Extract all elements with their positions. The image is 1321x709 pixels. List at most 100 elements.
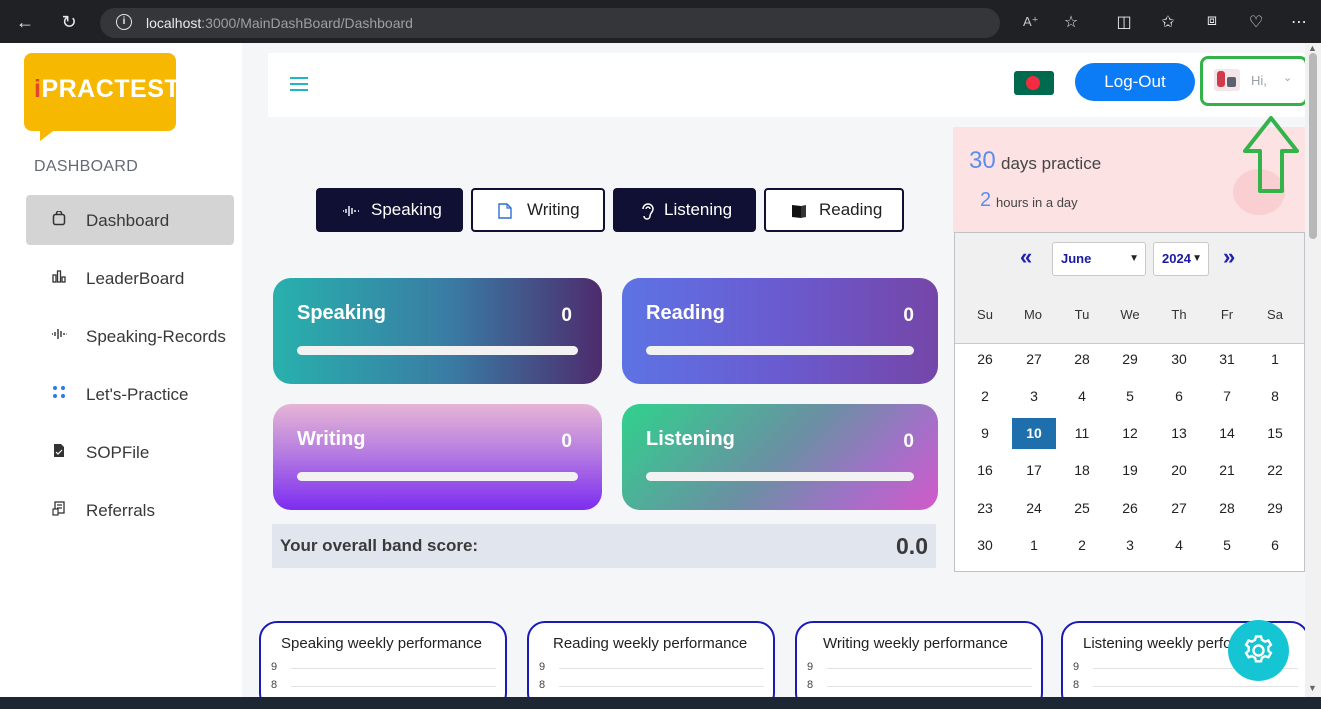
calendar-day[interactable]: 20 <box>1157 455 1201 486</box>
reading-score-card[interactable]: Reading 0 <box>622 278 938 384</box>
favorite-star-icon[interactable]: ☆ <box>1060 12 1082 32</box>
logout-button[interactable]: Log-Out <box>1075 63 1195 101</box>
progress-bar <box>297 346 578 355</box>
calendar-day[interactable]: 27 <box>1157 493 1201 524</box>
more-menu-icon[interactable]: ⋯ <box>1288 12 1310 32</box>
calendar-day[interactable]: 6 <box>1253 530 1297 561</box>
tab-reading[interactable]: Reading <box>764 188 904 232</box>
calendar-day[interactable]: 21 <box>1205 455 1249 486</box>
y-tick-label: 9 <box>1073 661 1080 673</box>
scroll-thumb[interactable] <box>1309 53 1317 239</box>
year-select[interactable]: 2024 ▼ <box>1153 242 1209 276</box>
calendar-day[interactable]: 14 <box>1205 418 1249 449</box>
calendar-day[interactable]: 26 <box>963 344 1007 375</box>
ipractest-logo[interactable]: iPRACTEST <box>24 53 180 141</box>
weekday-label: We <box>1120 307 1140 322</box>
calendar-day[interactable]: 4 <box>1157 530 1201 561</box>
sidebar-item-leaderboard[interactable]: LeaderBoard <box>26 253 234 303</box>
writing-weekly-performance-chart: Writing weekly performance 9 8 <box>795 621 1043 697</box>
url-text[interactable]: localhost:3000/MainDashBoard/Dashboard <box>146 15 413 31</box>
calendar-day[interactable]: 15 <box>1253 418 1297 449</box>
calendar-day[interactable]: 16 <box>963 455 1007 486</box>
address-bar[interactable]: i localhost:3000/MainDashBoard/Dashboard… <box>100 8 1039 38</box>
calendar-day[interactable]: 11 <box>1060 418 1104 449</box>
calendar-day[interactable]: 25 <box>1060 493 1104 524</box>
calendar-day[interactable]: 28 <box>1060 344 1104 375</box>
listening-score-card[interactable]: Listening 0 <box>622 404 938 510</box>
calendar-day[interactable]: 23 <box>963 493 1007 524</box>
calendar-day[interactable]: 4 <box>1060 381 1104 412</box>
scroll-down-icon[interactable]: ▼ <box>1308 683 1317 693</box>
weekday-label: Sa <box>1267 307 1283 322</box>
calendar-day[interactable]: 19 <box>1108 455 1152 486</box>
waveform-icon <box>342 190 360 230</box>
tab-writing[interactable]: Writing <box>471 188 605 232</box>
card-title: Listening <box>646 428 735 450</box>
chart-title: Speaking weekly performance <box>281 635 482 652</box>
os-taskbar <box>0 697 1321 709</box>
gridline <box>291 686 496 687</box>
calendar-day[interactable]: 9 <box>963 418 1007 449</box>
y-tick-label: 8 <box>271 679 278 691</box>
reload-icon[interactable]: ↻ <box>58 12 80 32</box>
calendar-day[interactable]: 3 <box>1108 530 1152 561</box>
calendar-day[interactable]: 24 <box>1012 493 1056 524</box>
sidebar-item-sopfile[interactable]: SOPFile <box>26 427 234 477</box>
user-menu-dropdown[interactable]: Hi, ⌄ <box>1200 56 1308 106</box>
calendar-day[interactable]: 3 <box>1012 381 1056 412</box>
calendar-day[interactable]: 5 <box>1108 381 1152 412</box>
sidebar-item-speaking-records[interactable]: Speaking-Records <box>26 311 234 361</box>
card-title: Speaking <box>297 302 386 324</box>
calendar-day[interactable]: 31 <box>1205 344 1249 375</box>
favorites-icon[interactable]: ✩ <box>1157 12 1179 32</box>
calendar-day[interactable]: 2 <box>963 381 1007 412</box>
calendar-day[interactable]: 13 <box>1157 418 1201 449</box>
sidebar-item-lets-practice[interactable]: Let's-Practice <box>26 369 234 419</box>
split-screen-icon[interactable]: ◫ <box>1113 12 1135 32</box>
tab-listening[interactable]: Listening <box>613 188 756 232</box>
tab-speaking[interactable]: Speaking <box>316 188 463 232</box>
calendar-day-selected[interactable]: 10 <box>1012 418 1056 449</box>
page-scrollbar[interactable]: ▲ ▼ <box>1305 43 1321 697</box>
read-aloud-icon[interactable]: A⁺ <box>1023 14 1039 30</box>
calendar-day[interactable]: 6 <box>1157 381 1201 412</box>
calendar-day[interactable]: 30 <box>963 530 1007 561</box>
sidebar-item-dashboard[interactable]: Dashboard <box>26 195 234 245</box>
calendar-day[interactable]: 7 <box>1205 381 1249 412</box>
next-month-button[interactable]: » <box>1223 244 1235 270</box>
calendar-day[interactable]: 5 <box>1205 530 1249 561</box>
calendar-day[interactable]: 27 <box>1012 344 1056 375</box>
month-select[interactable]: June ▼ <box>1052 242 1146 276</box>
chevron-down-icon: ▼ <box>1129 253 1139 264</box>
back-icon[interactable]: ← <box>14 12 36 32</box>
calendar-day[interactable]: 2 <box>1060 530 1104 561</box>
card-score: 0 <box>561 305 572 326</box>
info-icon[interactable]: i <box>116 14 132 30</box>
collections-icon[interactable]: ⧈ <box>1201 12 1223 30</box>
bar-chart-icon <box>50 269 68 287</box>
calendar-day[interactable]: 1 <box>1012 530 1056 561</box>
practice-calendar: « June ▼ 2024 ▼ » Su Mo Tu We Th Fr Sa 2… <box>954 232 1305 572</box>
health-icon[interactable]: ♡ <box>1245 12 1267 32</box>
calendar-day[interactable]: 22 <box>1253 455 1297 486</box>
writing-score-card[interactable]: Writing 0 <box>273 404 602 510</box>
scroll-up-icon[interactable]: ▲ <box>1308 43 1317 53</box>
settings-button[interactable] <box>1228 620 1289 681</box>
bangladesh-flag-icon[interactable] <box>1014 71 1054 95</box>
calendar-day[interactable]: 8 <box>1253 381 1297 412</box>
hamburger-menu-icon[interactable] <box>290 77 308 91</box>
calendar-day[interactable]: 26 <box>1108 493 1152 524</box>
calendar-day[interactable]: 18 <box>1060 455 1104 486</box>
calendar-day[interactable]: 29 <box>1108 344 1152 375</box>
calendar-day[interactable]: 17 <box>1012 455 1056 486</box>
calendar-day[interactable]: 30 <box>1157 344 1201 375</box>
calendar-day[interactable]: 1 <box>1253 344 1297 375</box>
progress-bar <box>646 472 914 481</box>
calendar-day[interactable]: 28 <box>1205 493 1249 524</box>
calendar-day[interactable]: 29 <box>1253 493 1297 524</box>
prev-month-button[interactable]: « <box>1020 244 1032 270</box>
sidebar-item-referrals[interactable]: Referrals <box>26 485 234 535</box>
calendar-day[interactable]: 12 <box>1108 418 1152 449</box>
year-select-value: 2024 <box>1162 251 1191 266</box>
speaking-score-card[interactable]: Speaking 0 <box>273 278 602 384</box>
